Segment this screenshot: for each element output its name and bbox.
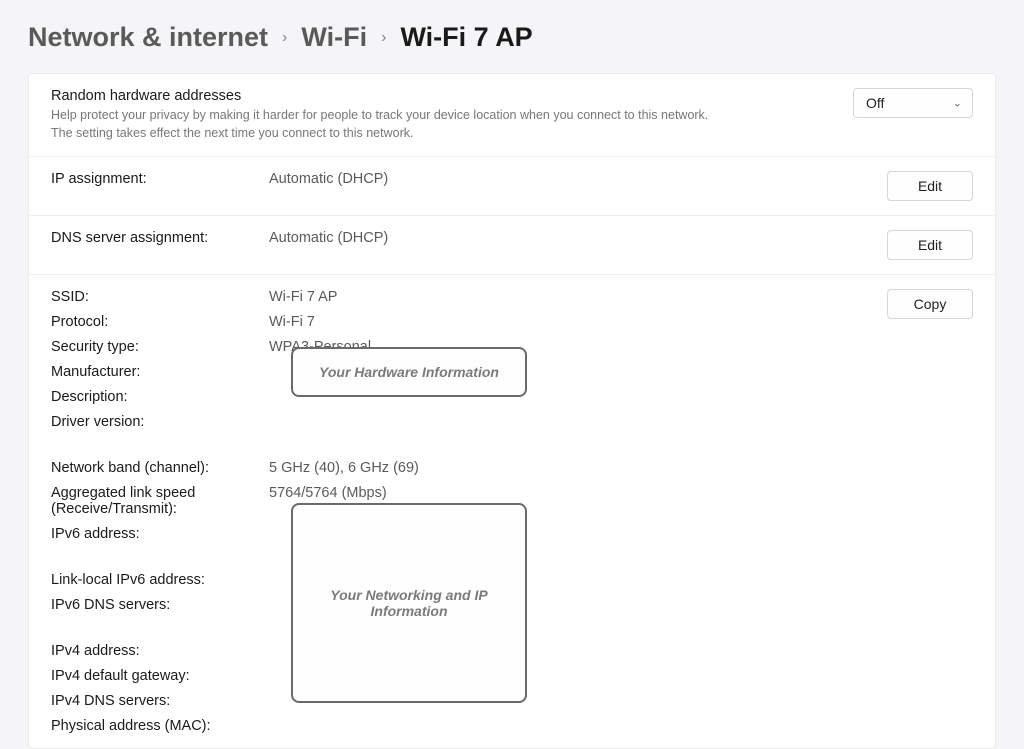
dns-assignment-value: Automatic (DHCP) bbox=[269, 230, 867, 246]
random-hw-title: Random hardware addresses bbox=[51, 88, 833, 104]
chevron-down-icon: ⌄ bbox=[953, 97, 962, 110]
network-band-value: 5 GHz (40), 6 GHz (69) bbox=[269, 460, 867, 476]
ip-assignment-label: IP assignment: bbox=[51, 171, 269, 187]
random-hardware-addresses-row: Random hardware addresses Help protect y… bbox=[29, 74, 995, 157]
breadcrumb-current: Wi-Fi 7 AP bbox=[400, 22, 532, 53]
ipv6-dns-label: IPv6 DNS servers: bbox=[51, 597, 269, 613]
manufacturer-label: Manufacturer: bbox=[51, 364, 269, 380]
chevron-right-icon: › bbox=[381, 29, 386, 47]
driver-version-label: Driver version: bbox=[51, 414, 269, 430]
link-local-ipv6-label: Link-local IPv6 address: bbox=[51, 572, 269, 588]
link-speed-value: 5764/5764 (Mbps) bbox=[269, 485, 867, 501]
copy-button[interactable]: Copy bbox=[887, 289, 973, 319]
network-details-section: SSID: Wi-Fi 7 AP Protocol: Wi-Fi 7 Secur… bbox=[29, 275, 995, 748]
ipv6-address-label: IPv6 address: bbox=[51, 526, 269, 542]
ip-assignment-row: IP assignment: Automatic (DHCP) Edit bbox=[29, 157, 995, 216]
network-band-label: Network band (channel): bbox=[51, 460, 269, 476]
chevron-right-icon: › bbox=[282, 29, 287, 47]
ipv4-gateway-label: IPv4 default gateway: bbox=[51, 668, 269, 684]
breadcrumb: Network & internet › Wi-Fi › Wi-Fi 7 AP bbox=[0, 0, 1024, 73]
random-hw-dropdown[interactable]: Off ⌄ bbox=[853, 88, 973, 118]
settings-panel: Random hardware addresses Help protect y… bbox=[28, 73, 996, 749]
ip-assignment-value: Automatic (DHCP) bbox=[269, 171, 867, 187]
random-hw-value: Off bbox=[866, 95, 884, 111]
ipv4-dns-label: IPv4 DNS servers: bbox=[51, 693, 269, 709]
link-speed-label: Aggregated link speed (Receive/Transmit)… bbox=[51, 485, 269, 517]
protocol-label: Protocol: bbox=[51, 314, 269, 330]
security-label: Security type: bbox=[51, 339, 269, 355]
random-hw-desc: Help protect your privacy by making it h… bbox=[51, 107, 731, 142]
breadcrumb-wifi[interactable]: Wi-Fi bbox=[301, 22, 367, 53]
protocol-value: Wi-Fi 7 bbox=[269, 314, 867, 330]
mac-address-label: Physical address (MAC): bbox=[51, 718, 269, 734]
dns-assignment-label: DNS server assignment: bbox=[51, 230, 269, 246]
description-label: Description: bbox=[51, 389, 269, 405]
ssid-label: SSID: bbox=[51, 289, 269, 305]
dns-assignment-edit-button[interactable]: Edit bbox=[887, 230, 973, 260]
ipv4-address-label: IPv4 address: bbox=[51, 643, 269, 659]
dns-assignment-row: DNS server assignment: Automatic (DHCP) … bbox=[29, 216, 995, 275]
ip-assignment-edit-button[interactable]: Edit bbox=[887, 171, 973, 201]
security-value: WPA3-Personal bbox=[269, 339, 867, 355]
breadcrumb-network[interactable]: Network & internet bbox=[28, 22, 268, 53]
ssid-value: Wi-Fi 7 AP bbox=[269, 289, 867, 305]
